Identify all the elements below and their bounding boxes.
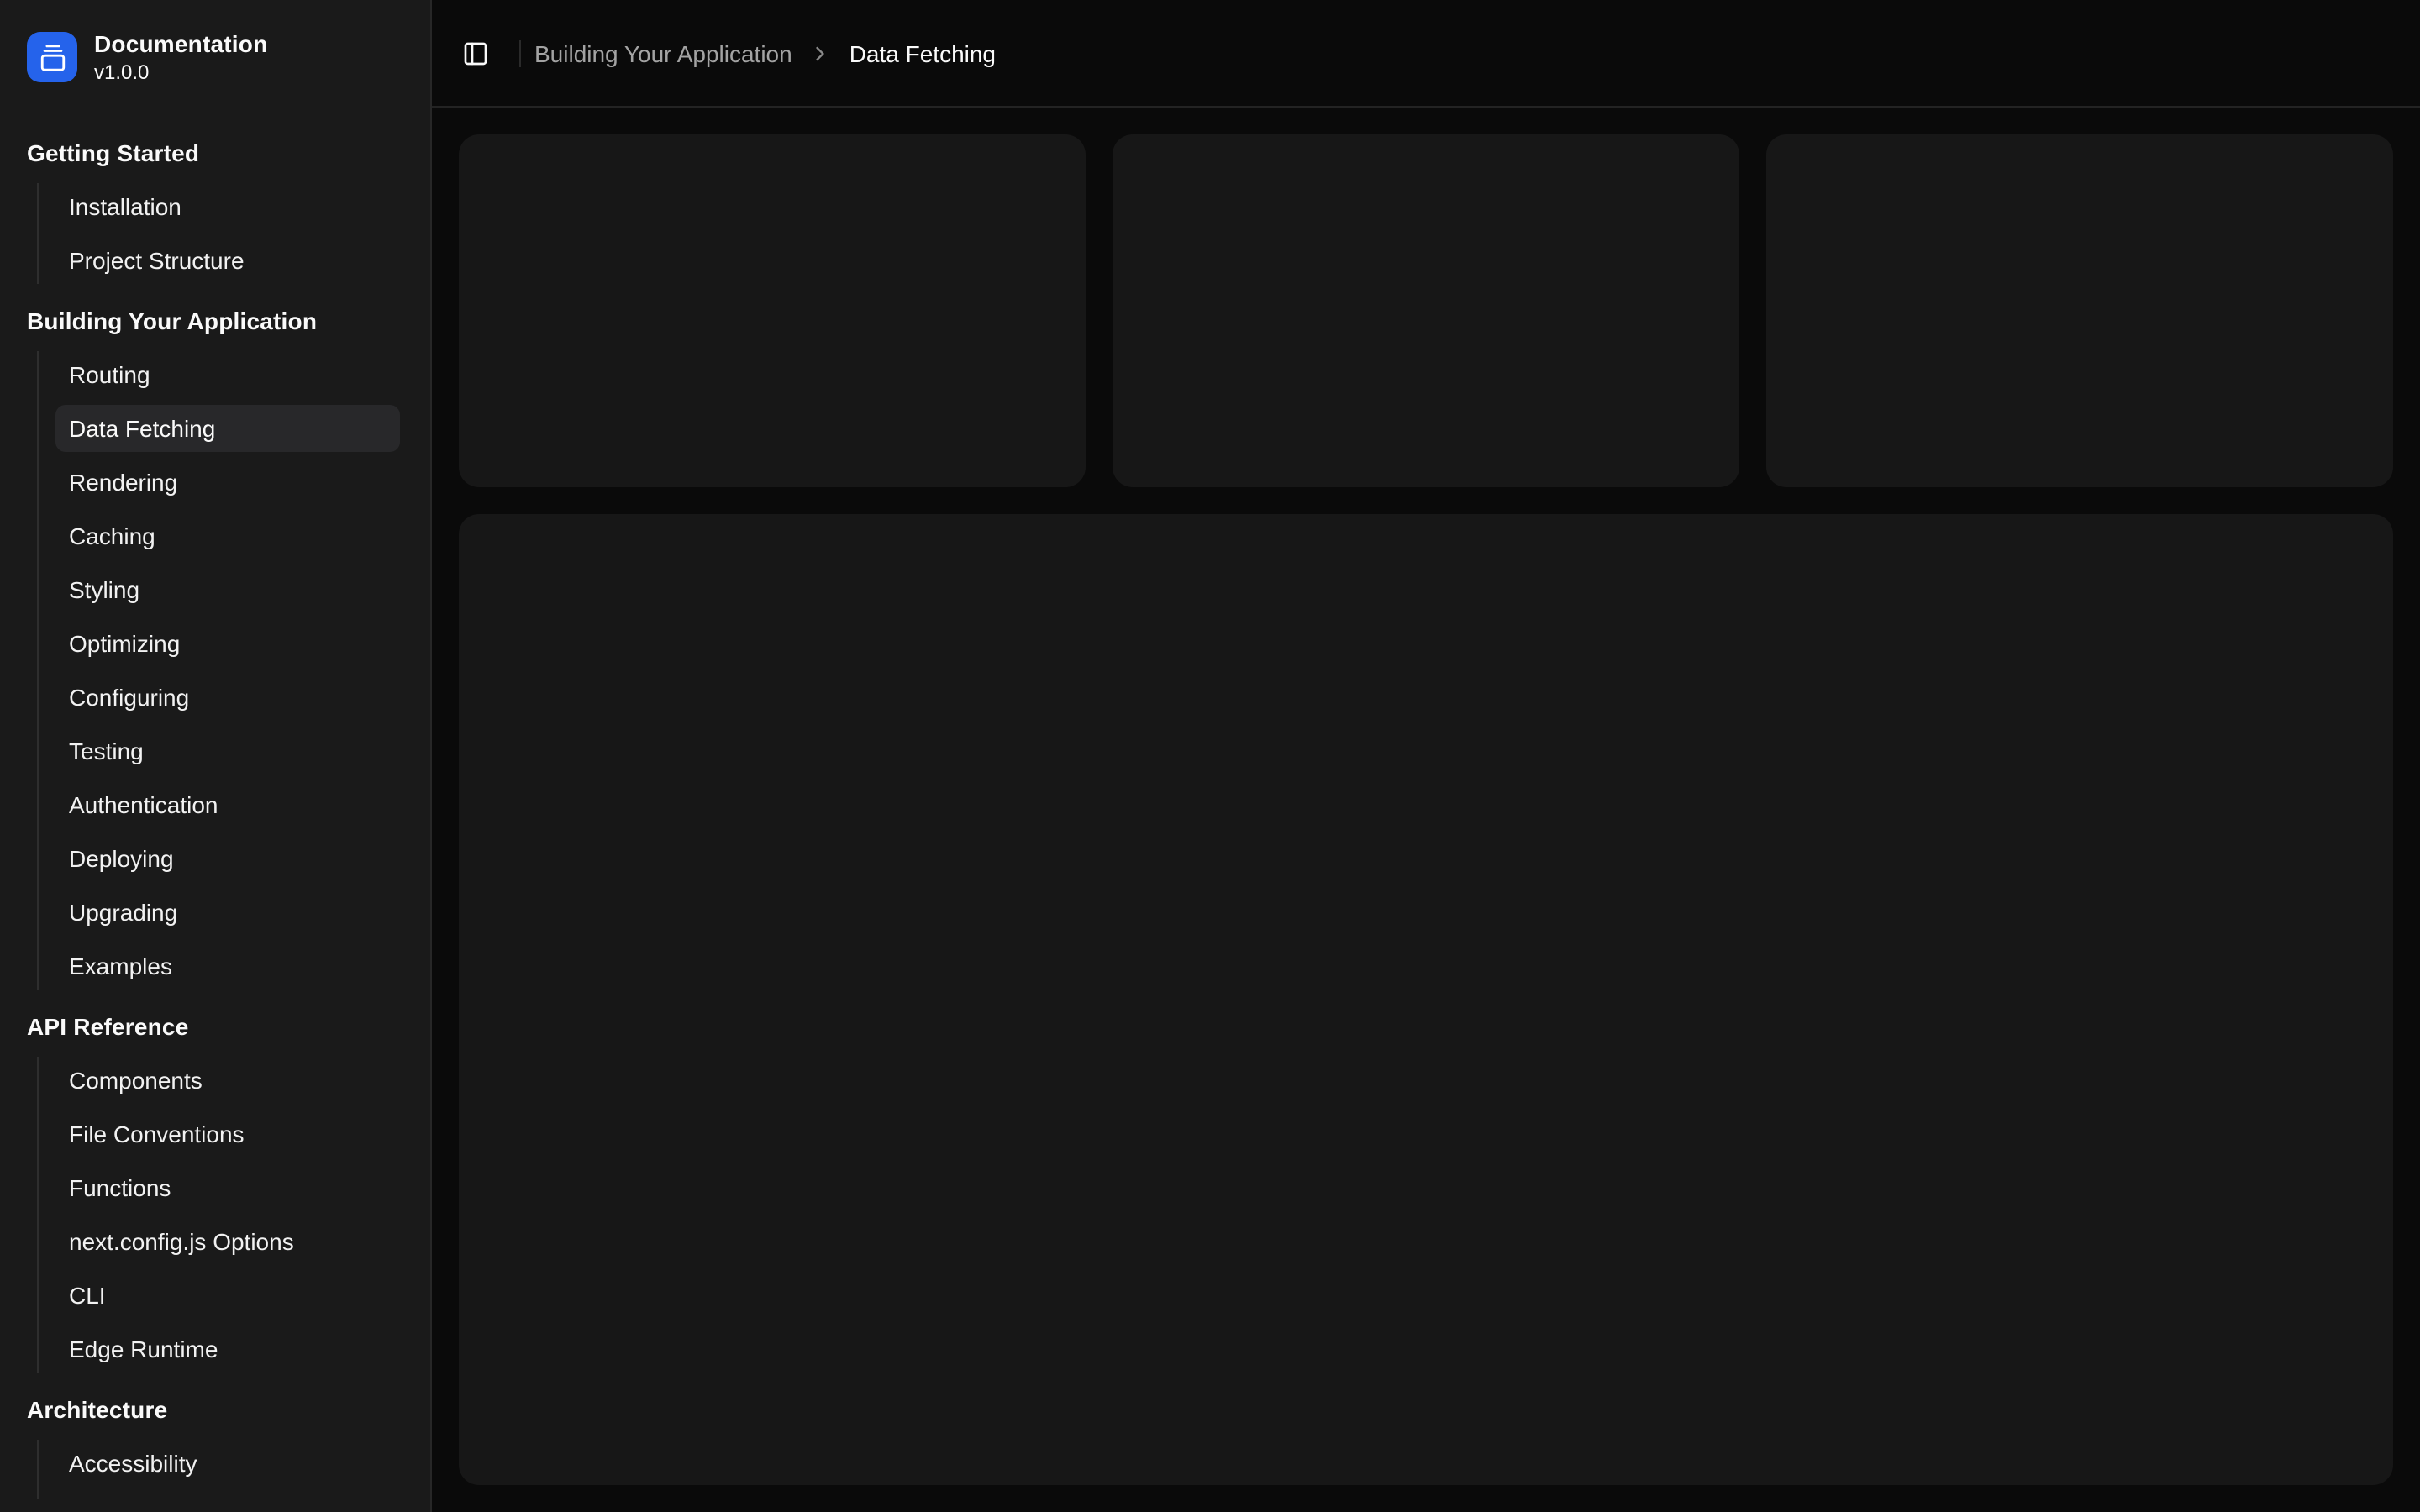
main-area: Building Your Application Data Fetching (432, 0, 2420, 1512)
sidebar-section: Getting Started Installation Project Struc… (13, 129, 417, 283)
app-version: v1.0.0 (94, 60, 267, 85)
breadcrumb-parent-link[interactable]: Building Your Application (534, 39, 792, 66)
placeholder-card-row (459, 134, 2393, 487)
sidebar-app-title-block: Documentation v1.0.0 (94, 30, 267, 85)
sidebar-submenu-row: Routing (55, 350, 400, 397)
sidebar-submenu-row: Authentication (55, 780, 400, 827)
sidebar-item-upgrading[interactable]: Upgrading (55, 888, 400, 935)
sidebar-item-file-conventions[interactable]: File Conventions (55, 1110, 400, 1157)
sidebar-submenu-row: Testing (55, 727, 400, 774)
sidebar-item-project-structure[interactable]: Project Structure (55, 236, 400, 283)
app-logo (27, 33, 77, 83)
sidebar: Documentation v1.0.0 Getting Started Inst… (0, 0, 432, 1512)
sidebar-submenu: Components File Conventions Functions next.… (37, 1056, 417, 1372)
placeholder-card (1766, 134, 2393, 487)
chevron-right-icon (809, 41, 833, 65)
sidebar-app-switcher[interactable]: Documentation v1.0.0 (13, 13, 417, 102)
sidebar-submenu-row: Rendering (55, 458, 400, 505)
breadcrumb-current-page: Data Fetching (850, 39, 996, 66)
sidebar-submenu: Installation Project Structure (37, 182, 417, 283)
sidebar-item-optimizing[interactable]: Optimizing (55, 619, 400, 666)
sidebar-submenu-row: Styling (55, 565, 400, 612)
page-content (432, 108, 2420, 1512)
sidebar-item-deploying[interactable]: Deploying (55, 834, 400, 881)
sidebar-submenu-row: Data Fetching (55, 404, 400, 451)
app-root: Documentation v1.0.0 Getting Started Inst… (0, 0, 2420, 1512)
sidebar-submenu-row: Optimizing (55, 619, 400, 666)
placeholder-content-panel (459, 514, 2393, 1485)
sidebar-section-building-your-application[interactable]: Building Your Application (13, 297, 417, 344)
sidebar-section: Building Your Application Routing Data Fet… (13, 297, 417, 989)
placeholder-card (1113, 134, 1739, 487)
sidebar-submenu-row: CLI (55, 1271, 400, 1318)
sidebar-item-styling[interactable]: Styling (55, 565, 400, 612)
sidebar-item-configuring[interactable]: Configuring (55, 673, 400, 720)
sidebar-section-architecture[interactable]: Architecture (13, 1385, 417, 1432)
sidebar-item-examples[interactable]: Examples (55, 942, 400, 989)
sidebar-item-testing[interactable]: Testing (55, 727, 400, 774)
app-title: Documentation (94, 30, 267, 60)
sidebar-submenu-row: Functions (55, 1163, 400, 1210)
sidebar-submenu-row: Components (55, 1056, 400, 1103)
sidebar-submenu-row: Accessibility (55, 1439, 400, 1486)
sidebar-item-accessibility[interactable]: Accessibility (55, 1439, 400, 1486)
sidebar-item-cli[interactable]: CLI (55, 1271, 400, 1318)
sidebar-submenu-row: Installation (55, 182, 400, 229)
sidebar-submenu-row: Caching (55, 512, 400, 559)
sidebar-section: Architecture Accessibility Fast Refresh (13, 1385, 417, 1499)
breadcrumb: Building Your Application Data Fetching (534, 39, 996, 66)
placeholder-card (459, 134, 1086, 487)
sidebar-item-data-fetching[interactable]: Data Fetching (55, 404, 400, 451)
gallery-vertical-end-icon (38, 44, 66, 72)
sidebar-submenu: Routing Data Fetching Rendering Caching Styl… (37, 350, 417, 989)
panel-left-icon (462, 39, 489, 66)
sidebar-section-api-reference[interactable]: API Reference (13, 1002, 417, 1049)
sidebar-submenu-row: next.config.js Options (55, 1217, 400, 1264)
header-separator (519, 39, 521, 66)
sidebar-submenu-row: Upgrading (55, 888, 400, 935)
sidebar-item-routing[interactable]: Routing (55, 350, 400, 397)
sidebar-section-getting-started[interactable]: Getting Started (13, 129, 417, 176)
sidebar-submenu-row: Project Structure (55, 236, 400, 283)
sidebar-submenu-row: Edge Runtime (55, 1325, 400, 1372)
sidebar-nav: Getting Started Installation Project Struc… (13, 129, 417, 1499)
sidebar-item-next-config-js-options[interactable]: next.config.js Options (55, 1217, 400, 1264)
sidebar-item-rendering[interactable]: Rendering (55, 458, 400, 505)
sidebar-toggle-button[interactable] (452, 29, 499, 76)
sidebar-item-installation[interactable]: Installation (55, 182, 400, 229)
sidebar-submenu-row: Examples (55, 942, 400, 989)
sidebar-submenu-row: File Conventions (55, 1110, 400, 1157)
sidebar-submenu-row: Fast Refresh (55, 1493, 400, 1499)
sidebar-item-edge-runtime[interactable]: Edge Runtime (55, 1325, 400, 1372)
sidebar-item-fast-refresh[interactable]: Fast Refresh (55, 1493, 400, 1499)
sidebar-submenu-row: Configuring (55, 673, 400, 720)
sidebar-item-functions[interactable]: Functions (55, 1163, 400, 1210)
sidebar-submenu-row: Deploying (55, 834, 400, 881)
sidebar-submenu: Accessibility Fast Refresh (37, 1439, 417, 1499)
sidebar-item-authentication[interactable]: Authentication (55, 780, 400, 827)
sidebar-item-caching[interactable]: Caching (55, 512, 400, 559)
sidebar-section: API Reference Components File Conventions F… (13, 1002, 417, 1372)
header: Building Your Application Data Fetching (432, 0, 2420, 108)
sidebar-item-components[interactable]: Components (55, 1056, 400, 1103)
